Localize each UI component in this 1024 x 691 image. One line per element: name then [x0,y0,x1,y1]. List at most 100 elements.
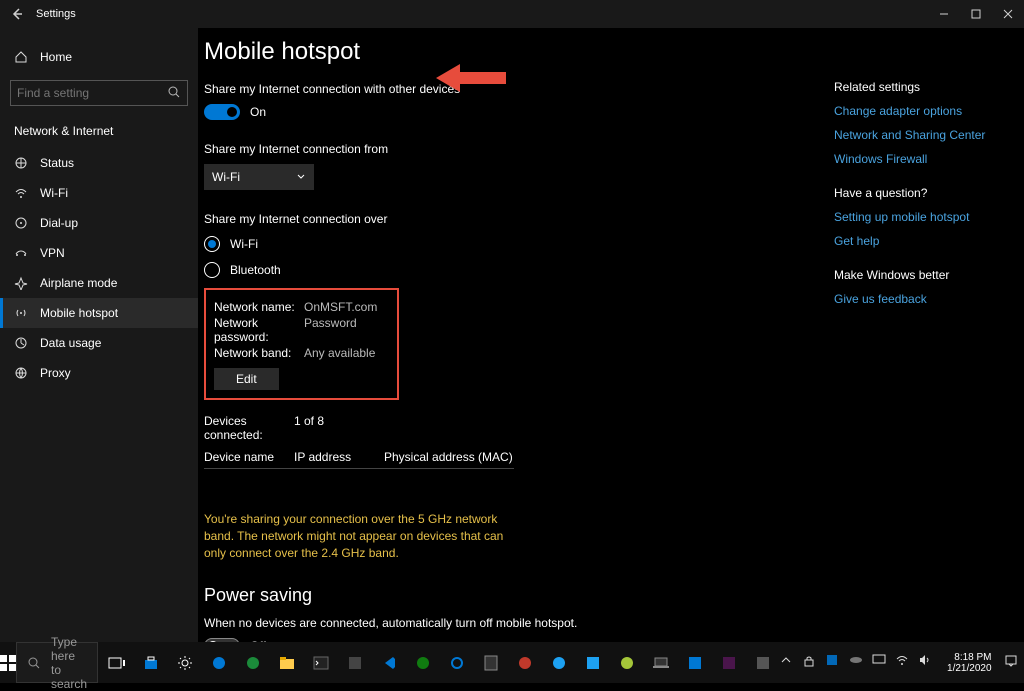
sidebar-item-label: Wi-Fi [40,186,68,200]
sidebar-home[interactable]: Home [0,42,198,72]
sidebar: Home Network & Internet Status Wi-Fi Dia… [0,28,198,642]
net-pass-val: Password [304,316,357,344]
app2-icon[interactable] [508,642,542,683]
feedback-heading: Make Windows better [834,268,994,282]
over-bt-radio[interactable]: Bluetooth [204,262,744,278]
cortana-icon[interactable] [440,642,474,683]
android-icon[interactable] [610,642,644,683]
tray-app-icon[interactable] [826,654,843,671]
net-name-val: OnMSFT.com [304,300,377,314]
vscode-icon[interactable] [372,642,406,683]
search-input-wrap[interactable] [10,80,188,106]
tray-volume-icon[interactable] [918,654,935,671]
chevron-down-icon [296,172,306,182]
taskbar-clock[interactable]: 8:18 PM 1/21/2020 [941,652,998,674]
app3-icon[interactable] [678,642,712,683]
share-toggle-switch[interactable] [204,104,240,120]
tray-lock-icon[interactable] [803,654,820,671]
sidebar-item-wifi[interactable]: Wi-Fi [0,178,198,208]
question-heading: Have a question? [834,186,994,200]
xbox-icon[interactable] [406,642,440,683]
sidebar-item-airplane[interactable]: Airplane mode [0,268,198,298]
sidebar-item-label: Dial-up [40,216,78,230]
edit-button[interactable]: Edit [214,368,279,390]
sidebar-item-label: Data usage [40,336,101,350]
link-setup[interactable]: Setting up mobile hotspot [834,210,994,224]
search-icon [27,656,41,670]
link-firewall[interactable]: Windows Firewall [834,152,994,166]
dialup-icon [14,216,28,230]
power-heading: Power saving [204,585,744,606]
over-wifi-label: Wi-Fi [230,237,258,251]
settings-icon[interactable] [168,642,202,683]
sidebar-item-dialup[interactable]: Dial-up [0,208,198,238]
store-icon[interactable] [134,642,168,683]
taskbar: Type here to search 8:18 PM 1/21/202 [0,642,1024,683]
hotspot-icon [14,306,28,320]
sidebar-item-vpn[interactable]: VPN [0,238,198,268]
net-band-val: Any available [304,346,375,360]
close-button[interactable] [992,0,1024,28]
calc-icon[interactable] [474,642,508,683]
data-icon [14,336,28,350]
minimize-button[interactable] [928,0,960,28]
from-label: Share my Internet connection from [204,142,744,156]
over-bt-label: Bluetooth [230,263,281,277]
window-title: Settings [36,8,76,20]
terminal-icon[interactable] [304,642,338,683]
radio-icon [204,236,220,252]
tray-keyboard-icon[interactable] [872,654,889,671]
start-button[interactable] [0,642,16,683]
sidebar-item-status[interactable]: Status [0,148,198,178]
link-adapter[interactable]: Change adapter options [834,104,994,118]
col-ip: IP address [294,450,384,464]
net-band-key: Network band: [214,346,304,360]
twitter-icon[interactable] [542,642,576,683]
link-feedback[interactable]: Give us feedback [834,292,994,306]
tweetdeck-icon[interactable] [576,642,610,683]
over-wifi-radio[interactable]: Wi-Fi [204,236,744,252]
app1-icon[interactable] [338,642,372,683]
sidebar-item-data[interactable]: Data usage [0,328,198,358]
band-note: You're sharing your connection over the … [204,511,519,561]
sidebar-item-proxy[interactable]: Proxy [0,358,198,388]
taskbar-search-placeholder: Type here to search [51,635,87,691]
tray-wifi-icon[interactable] [895,654,912,671]
over-label: Share my Internet connection over [204,212,744,226]
devices-table-header: Device name IP address Physical address … [204,446,514,469]
share-toggle-state: On [250,105,266,119]
maximize-button[interactable] [960,0,992,28]
search-input[interactable] [17,86,181,100]
app4-icon[interactable] [746,642,780,683]
edge-icon[interactable] [202,642,236,683]
sidebar-item-hotspot[interactable]: Mobile hotspot [0,298,198,328]
tray-onedrive-icon[interactable] [849,654,866,671]
sidebar-section-header: Network & Internet [0,118,198,148]
taskbar-search[interactable]: Type here to search [16,642,98,683]
wifi-icon [14,186,28,200]
taskview-icon[interactable] [100,642,134,683]
col-device-name: Device name [204,450,294,464]
share-toggle[interactable]: On [204,104,744,120]
sidebar-item-label: Mobile hotspot [40,306,118,320]
explorer-icon[interactable] [270,642,304,683]
airplane-icon [14,276,28,290]
back-icon[interactable] [10,7,24,21]
link-sharing[interactable]: Network and Sharing Center [834,128,994,142]
link-help[interactable]: Get help [834,234,994,248]
notification-icon[interactable] [1004,654,1021,671]
home-icon [14,50,28,64]
tray-chevron-icon[interactable] [780,654,797,671]
col-mac: Physical address (MAC) [384,450,513,464]
related-heading: Related settings [834,80,994,94]
edge2-icon[interactable] [236,642,270,683]
laptop-icon[interactable] [644,642,678,683]
clock-time: 8:18 PM [947,652,992,663]
sidebar-item-label: Status [40,156,74,170]
status-icon [14,156,28,170]
proxy-icon [14,366,28,380]
slack-icon[interactable] [712,642,746,683]
from-dropdown[interactable]: Wi-Fi [204,164,314,190]
network-info-box: Network name:OnMSFT.com Network password… [204,288,399,400]
net-name-key: Network name: [214,300,304,314]
